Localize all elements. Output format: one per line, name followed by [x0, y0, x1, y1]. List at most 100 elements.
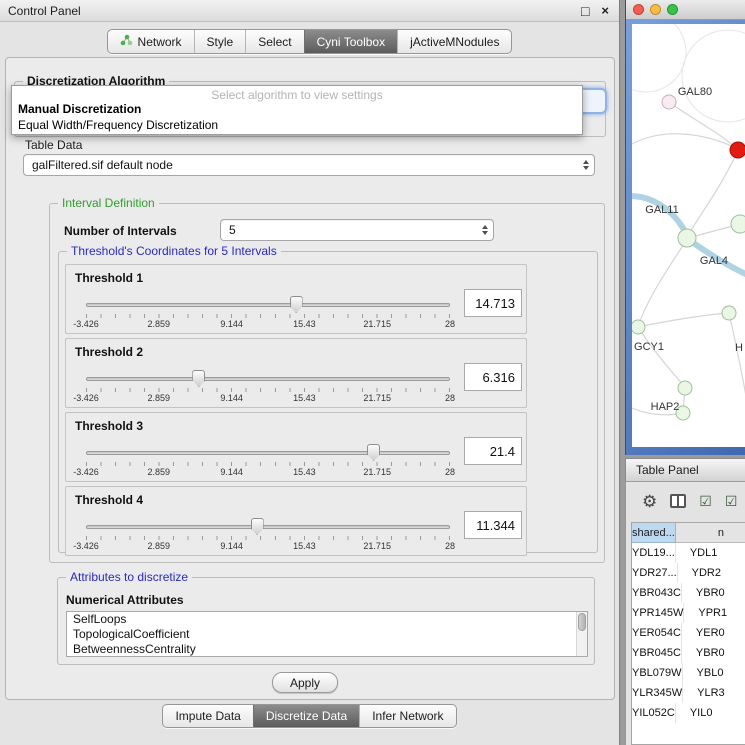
slider-thumb[interactable] — [251, 518, 264, 535]
table-data-combo[interactable]: galFiltered.sif default node — [23, 154, 595, 176]
slider-thumb[interactable] — [192, 370, 205, 387]
tab-jactivemnodules[interactable]: jActiveMNodules — [397, 30, 511, 53]
slider-track[interactable] — [86, 377, 450, 381]
table-data-label: Table Data — [25, 138, 82, 152]
tab-discretize-data[interactable]: Discretize Data — [253, 705, 359, 727]
slider-track[interactable] — [86, 525, 450, 529]
threshold-3-slider: -3.426 2.859 9.144 15.43 21.715 28 — [86, 441, 450, 477]
numerical-attributes-label: Numerical Attributes — [66, 593, 184, 607]
node-label-partial: H — [735, 342, 743, 354]
slider-ticks — [86, 462, 450, 466]
table-row[interactable]: YLR345WYLR3 — [632, 683, 745, 703]
table-row[interactable]: YIL052CYIL0 — [632, 703, 745, 723]
network-icon — [120, 34, 133, 49]
gear-icon[interactable]: ⚙ — [642, 493, 657, 510]
tab-impute-data[interactable]: Impute Data — [163, 705, 252, 727]
column-header-shared-name[interactable]: shared... — [632, 523, 676, 543]
network-window-titlebar[interactable] — [626, 0, 745, 20]
control-panel-window: Control Panel □ × Network Style Select — [0, 0, 620, 745]
threshold-2-panel: Threshold 2 -3.426 2.859 9.144 15.43 21.… — [65, 338, 527, 408]
columns-icon[interactable] — [670, 494, 686, 508]
minimize-traffic-light-icon[interactable] — [650, 4, 661, 15]
list-item[interactable]: SelfLoops — [67, 612, 587, 627]
slider-thumb[interactable] — [367, 444, 380, 461]
tab-select[interactable]: Select — [245, 30, 303, 53]
table-row[interactable]: YBR043CYBR0 — [632, 583, 745, 603]
table-row[interactable]: YER054CYER0 — [632, 623, 745, 643]
tab-network[interactable]: Network — [108, 30, 194, 53]
list-item[interactable]: BetweennessCentrality — [67, 642, 587, 657]
control-panel-titlebar: Control Panel □ × — [0, 0, 619, 22]
threshold-4-panel: Threshold 4 -3.426 2.859 9.144 15.43 21.… — [65, 486, 527, 556]
node-table: shared... n YDL19...YDL1 YDR27...YDR2 YB… — [631, 522, 745, 745]
dropdown-option-manual-discretization[interactable]: Manual Discretization — [12, 101, 582, 117]
network-graph: GAL80 GAL11 GAL4 GCY1 HAP2 H — [632, 24, 745, 447]
node-label-gal11: GAL11 — [645, 204, 678, 216]
scrollbar-thumb[interactable] — [578, 613, 586, 631]
apply-button[interactable]: Apply — [272, 672, 338, 693]
table-toolbar: ⚙ ☑ ☑ — [632, 487, 745, 515]
network-view-window: GAL80 GAL11 GAL4 GCY1 HAP2 H — [625, 0, 745, 455]
threshold-1-panel: Threshold 1 -3.426 2.859 9.144 15.43 21.… — [65, 264, 527, 334]
network-node[interactable] — [731, 215, 745, 233]
deselect-all-icon[interactable]: ☑ — [725, 494, 738, 508]
table-panel-window: ⚙ ☑ ☑ shared... n YDL19...YDL1 YDR27...Y… — [625, 482, 745, 745]
threshold-1-value-field[interactable]: 14.713 — [464, 289, 522, 317]
network-node[interactable] — [632, 320, 645, 334]
top-tab-bar: Network Style Select Cyni Toolbox jActiv… — [0, 29, 619, 54]
slider-scale: -3.426 2.859 9.144 15.43 21.715 28 — [86, 467, 450, 479]
threshold-label: Threshold 3 — [75, 419, 143, 433]
threshold-1-slider: -3.426 2.859 9.144 15.43 21.715 28 — [86, 293, 450, 329]
combo-stepper-icon — [583, 160, 589, 170]
table-panel-header[interactable]: Table Panel — [625, 458, 745, 482]
numerical-attributes-list: SelfLoops TopologicalCoefficient Between… — [66, 611, 588, 657]
node-label-hap2: HAP2 — [651, 401, 680, 413]
slider-scale: -3.426 2.859 9.144 15.43 21.715 28 — [86, 393, 450, 405]
table-row[interactable]: YBR045CYBR0 — [632, 643, 745, 663]
threshold-2-slider: -3.426 2.859 9.144 15.43 21.715 28 — [86, 367, 450, 403]
threshold-2-value-field[interactable]: 6.316 — [464, 363, 522, 391]
tab-infer-network[interactable]: Infer Network — [359, 705, 455, 727]
threshold-label: Threshold 4 — [75, 493, 143, 507]
list-item[interactable]: TopologicalCoefficient — [67, 627, 587, 642]
close-traffic-light-icon[interactable] — [633, 4, 644, 15]
list-scrollbar[interactable] — [576, 612, 587, 656]
select-all-icon[interactable]: ☑ — [699, 494, 712, 508]
slider-ticks — [86, 536, 450, 540]
network-canvas[interactable]: GAL80 GAL11 GAL4 GCY1 HAP2 H — [632, 24, 745, 447]
zoom-traffic-light-icon[interactable] — [667, 4, 678, 15]
group-title: Threshold's Coordinates for 5 Intervals — [67, 244, 281, 258]
table-panel-title: Table Panel — [636, 463, 699, 477]
threshold-4-value-field[interactable]: 11.344 — [464, 511, 522, 539]
dropdown-placeholder: Select algorithm to view settings — [12, 86, 582, 101]
slider-track[interactable] — [86, 303, 450, 307]
number-of-intervals-label: Number of Intervals — [64, 224, 177, 238]
table-row[interactable]: YBL079WYBL0 — [632, 663, 745, 683]
threshold-3-value-field[interactable]: 21.4 — [464, 437, 522, 465]
tab-style[interactable]: Style — [194, 30, 246, 53]
network-node-red[interactable] — [730, 142, 745, 158]
node-label-gcy1: GCY1 — [634, 341, 664, 353]
column-header-name[interactable]: n — [676, 523, 745, 543]
table-row[interactable]: YPR145WYPR1 — [632, 603, 745, 623]
network-node[interactable] — [678, 381, 692, 395]
slider-track[interactable] — [86, 451, 450, 455]
slider-thumb[interactable] — [290, 296, 303, 313]
number-of-intervals-combo[interactable]: 5 — [220, 219, 494, 241]
cyni-toolbox-panel: Discretization Algorithm Select algorith… — [5, 57, 615, 700]
slider-scale: -3.426 2.859 9.144 15.43 21.715 28 — [86, 541, 450, 553]
threshold-4-slider: -3.426 2.859 9.144 15.43 21.715 28 — [86, 515, 450, 551]
network-node[interactable] — [722, 306, 736, 320]
tab-cyni-toolbox[interactable]: Cyni Toolbox — [304, 30, 397, 53]
table-row[interactable]: YDR27...YDR2 — [632, 563, 745, 583]
close-window-icon[interactable]: × — [601, 4, 609, 17]
window-title: Control Panel — [8, 4, 569, 18]
node-label-gal80: GAL80 — [678, 86, 712, 98]
network-node[interactable] — [678, 229, 696, 247]
float-window-icon[interactable]: □ — [581, 4, 589, 18]
dropdown-option-equal-width[interactable]: Equal Width/Frequency Discretization — [12, 117, 582, 133]
network-node[interactable] — [662, 95, 676, 109]
threshold-label: Threshold 1 — [75, 271, 143, 285]
bottom-tab-bar: Impute Data Discretize Data Infer Networ… — [0, 704, 619, 728]
table-row[interactable]: YDL19...YDL1 — [632, 543, 745, 563]
